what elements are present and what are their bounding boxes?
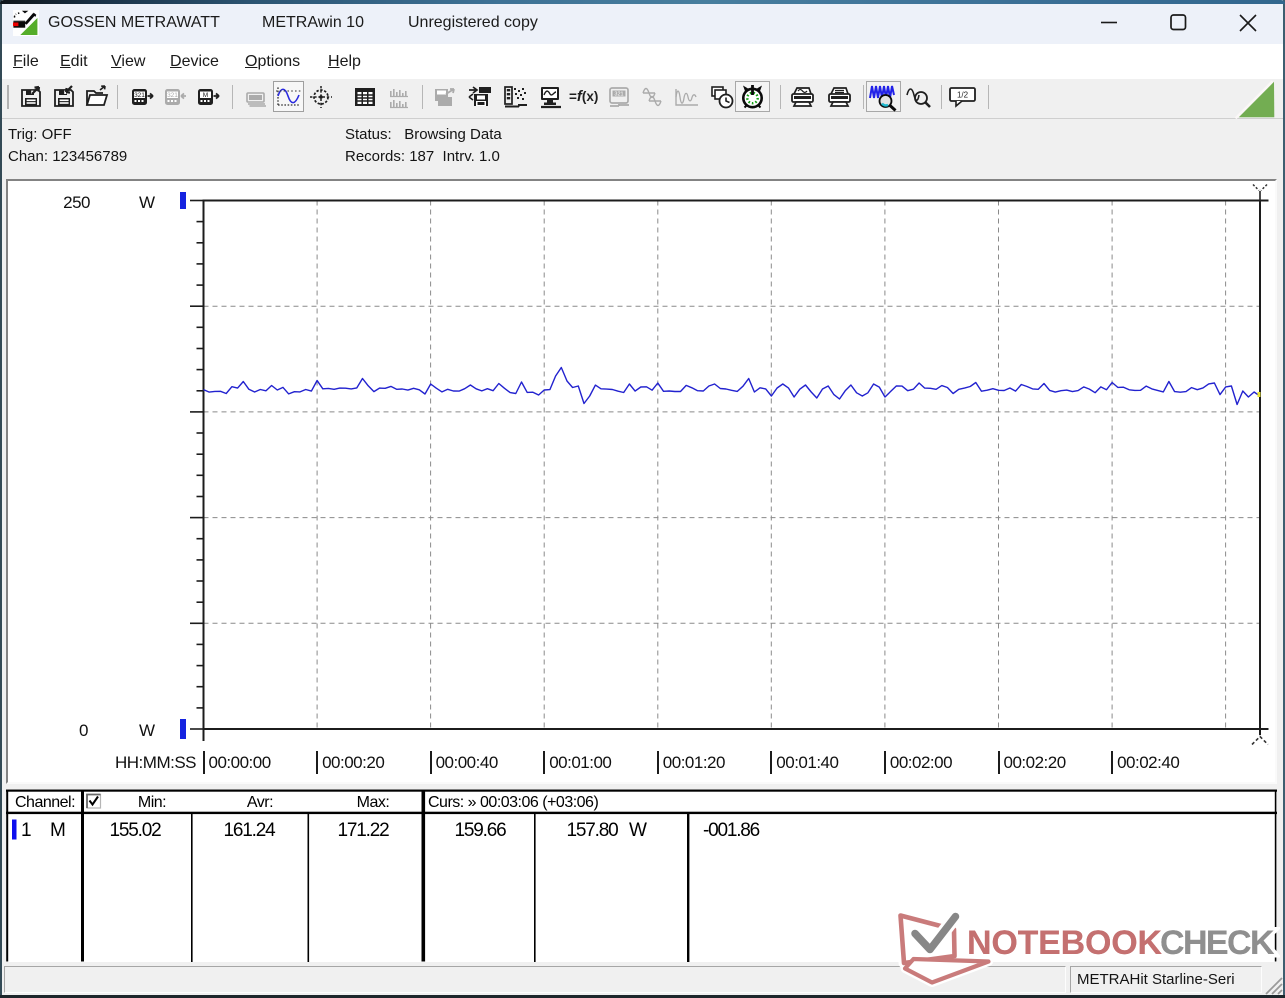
svg-text:NOTEBOOK: NOTEBOOK bbox=[967, 924, 1162, 962]
svg-text:CHECK: CHECK bbox=[1160, 924, 1275, 962]
